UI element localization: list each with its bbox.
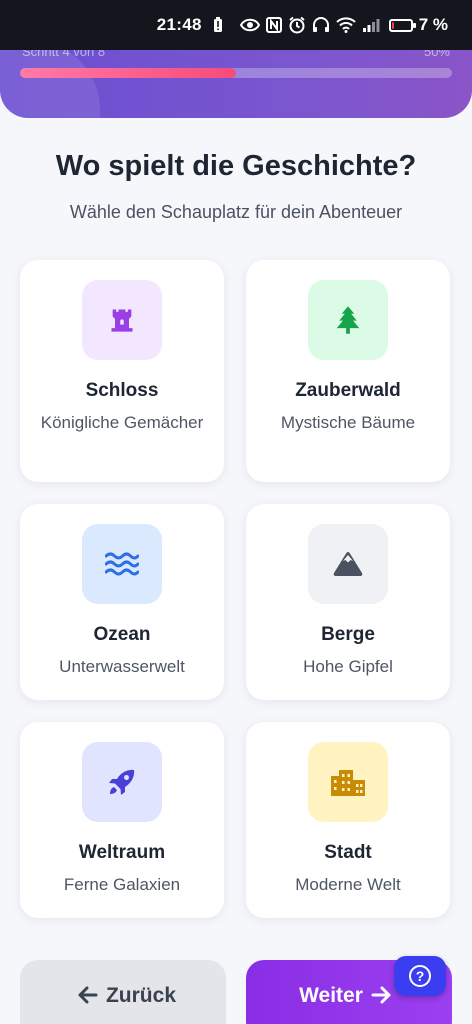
battery-indicator: 7 % (388, 15, 448, 35)
location-card-zauberwald[interactable]: Zauberwald Mystische Bäume (246, 260, 450, 482)
location-name: Zauberwald (295, 380, 401, 401)
help-icon: ? (409, 965, 431, 987)
page-title: Wo spielt die Geschichte? (55, 150, 417, 182)
location-card-stadt[interactable]: Stadt Moderne Welt (246, 722, 450, 918)
back-button[interactable]: Zurück (20, 960, 226, 1024)
step-counter: Schritt 4 von 8 (22, 50, 106, 59)
progress-bar (20, 68, 452, 78)
battery-percent: 7 % (418, 15, 448, 34)
rocket-icon (82, 742, 162, 822)
castle-icon (82, 280, 162, 360)
water-icon (82, 524, 162, 604)
location-name: Berge (321, 624, 375, 645)
status-time: 21:48 (156, 15, 202, 34)
nfc-icon (265, 17, 282, 33)
tree-icon (308, 280, 388, 360)
location-name: Stadt (324, 842, 372, 863)
location-description: Ferne Galaxien (63, 875, 181, 894)
city-icon (308, 742, 388, 822)
help-button[interactable]: ? (394, 956, 446, 996)
battery-alert-icon (213, 17, 223, 33)
location-name: Ozean (93, 624, 151, 645)
headphones-icon (312, 17, 330, 33)
progress-percent: 50% (423, 50, 450, 59)
back-button-label: Zurück (105, 984, 176, 1007)
location-card-weltraum[interactable]: Weltraum Ferne Galaxien (20, 722, 224, 918)
arrow-left-icon (70, 984, 106, 1010)
location-name: Schloss (85, 380, 159, 401)
location-description: Hohe Gipfel (303, 657, 393, 676)
progress-bar-fill (20, 68, 236, 78)
header-decoration (0, 50, 100, 118)
location-description: Moderne Welt (295, 875, 401, 894)
alarm-icon (288, 16, 306, 34)
status-bar: 21:48 7 % (0, 0, 472, 50)
page-subtitle: Wähle den Schauplatz für dein Abenteuer (69, 202, 403, 222)
location-description: Mystische Bäume (280, 413, 416, 432)
next-button-label: Weiter (299, 984, 363, 1007)
location-card-ozean[interactable]: Ozean Unterwasserwelt (20, 504, 224, 700)
arrow-right-icon (363, 984, 399, 1010)
location-description: Unterwasserwelt (59, 657, 185, 676)
progress-header: Schritt 4 von 8 50% (0, 50, 472, 118)
location-card-schloss[interactable]: Schloss Königliche Gemächer (20, 260, 224, 482)
eye-icon (239, 18, 260, 32)
battery-icon (388, 18, 416, 32)
mountain-icon (308, 524, 388, 604)
location-name: Weltraum (78, 842, 166, 863)
signal-icon (362, 18, 380, 32)
wifi-icon (336, 17, 356, 33)
location-card-berge[interactable]: Berge Hohe Gipfel (246, 504, 450, 700)
location-description: Königliche Gemächer (40, 413, 204, 432)
